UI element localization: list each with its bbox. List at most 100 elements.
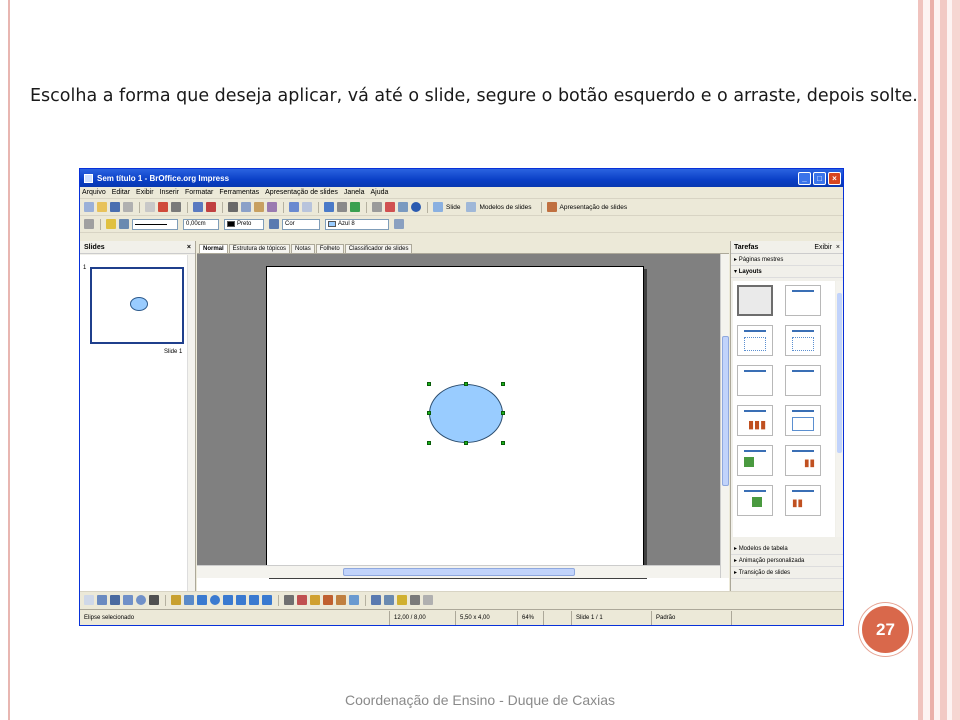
layout-title-only[interactable] <box>737 365 773 396</box>
copy-icon[interactable] <box>241 202 251 212</box>
format-paintbrush-icon[interactable] <box>267 202 277 212</box>
area-color-select[interactable]: Azul 8 <box>325 218 389 230</box>
slideshow-button[interactable]: Apresentação de slides <box>560 204 628 211</box>
ellipse-shape[interactable] <box>429 384 503 443</box>
curve-icon[interactable] <box>171 595 181 605</box>
block-arrows-icon[interactable] <box>223 595 233 605</box>
menu-ajuda[interactable]: Ajuda <box>371 189 389 196</box>
resize-handle[interactable] <box>501 411 505 415</box>
tasks-scroll-thumb[interactable] <box>837 293 842 453</box>
chart-icon[interactable] <box>324 202 334 212</box>
menu-ferramentas[interactable]: Ferramentas <box>219 189 259 196</box>
line-color-select[interactable]: Preto <box>224 218 264 230</box>
navigator-icon[interactable] <box>385 202 395 212</box>
slides-pane-scrollbar[interactable] <box>187 255 195 591</box>
autospell-icon[interactable] <box>206 202 216 212</box>
connector-icon[interactable] <box>184 595 194 605</box>
section-layouts[interactable]: ▾ Layouts <box>731 266 843 278</box>
resize-handle[interactable] <box>464 441 468 445</box>
open-icon[interactable] <box>97 202 107 212</box>
menu-formatar[interactable]: Formatar <box>185 189 213 196</box>
tab-normal[interactable]: Normal <box>199 244 228 253</box>
vertical-scroll-thumb[interactable] <box>722 336 729 486</box>
layout-text-image[interactable] <box>737 485 773 516</box>
menu-editar[interactable]: Editar <box>112 189 130 196</box>
fontwork-icon[interactable] <box>310 595 320 605</box>
layout-centered-text[interactable] <box>785 365 821 396</box>
new-slide-icon[interactable] <box>433 202 443 212</box>
interaction-icon[interactable] <box>423 595 433 605</box>
resize-handle[interactable] <box>427 441 431 445</box>
status-zoom[interactable]: 64% <box>518 610 544 625</box>
resize-handle[interactable] <box>501 382 505 386</box>
section-slide-transition[interactable]: ▸ Transição de slides <box>731 567 843 579</box>
area-style-select[interactable]: Cor <box>282 218 320 230</box>
horizontal-scroll-thumb[interactable] <box>343 568 575 576</box>
layout-title-content[interactable] <box>737 325 773 356</box>
points-icon[interactable] <box>284 595 294 605</box>
layout-title[interactable] <box>785 285 821 316</box>
tab-slide-sorter[interactable]: Classificador de slides <box>344 244 413 253</box>
presentation-icon[interactable] <box>546 202 557 212</box>
templates-icon[interactable] <box>466 202 477 212</box>
from-file-icon[interactable] <box>323 595 333 605</box>
slide-button[interactable]: Slide <box>446 204 460 211</box>
tab-notes[interactable]: Notas <box>291 244 315 253</box>
menu-apresentacao[interactable]: Apresentação de slides <box>265 189 338 196</box>
layout-text-chart[interactable]: ▮▮ <box>785 445 821 476</box>
shadow-toggle-icon[interactable] <box>410 595 420 605</box>
resize-handle[interactable] <box>501 441 505 445</box>
area-icon[interactable] <box>269 219 279 229</box>
section-table-design[interactable]: ▸ Modelos de tabela <box>731 543 843 555</box>
callouts-icon[interactable] <box>249 595 259 605</box>
redo-icon[interactable] <box>302 202 312 212</box>
rotate-icon[interactable] <box>371 595 381 605</box>
layout-chart[interactable]: ▮▮▮ <box>737 405 773 436</box>
globe-icon[interactable] <box>350 202 360 212</box>
vertical-scrollbar[interactable] <box>720 254 729 578</box>
arrange-icon[interactable] <box>397 595 407 605</box>
new-icon[interactable] <box>84 202 94 212</box>
rectangle-icon[interactable] <box>123 595 133 605</box>
horizontal-scrollbar[interactable] <box>197 565 720 578</box>
resize-handle[interactable] <box>427 382 431 386</box>
minimize-icon[interactable]: _ <box>798 171 811 185</box>
align-icon[interactable] <box>384 595 394 605</box>
glue-points-icon[interactable] <box>297 595 307 605</box>
text-icon[interactable] <box>149 595 159 605</box>
gallery-icon[interactable] <box>336 595 346 605</box>
print-icon[interactable] <box>171 202 181 212</box>
maximize-icon[interactable]: □ <box>813 171 826 185</box>
tasks-view-menu[interactable]: Exibir <box>814 244 832 251</box>
menu-arquivo[interactable]: Arquivo <box>82 189 106 196</box>
layout-chart-text[interactable]: ▮▮ <box>785 485 821 516</box>
paste-icon[interactable] <box>254 202 264 212</box>
line-style-icon[interactable] <box>84 219 94 229</box>
section-custom-animation[interactable]: ▸ Animação personalizada <box>731 555 843 567</box>
flowchart-icon[interactable] <box>236 595 246 605</box>
select-arrow-icon[interactable] <box>84 595 94 605</box>
table-icon[interactable] <box>337 202 347 212</box>
spellcheck-icon[interactable] <box>193 202 203 212</box>
tasks-scrollbar[interactable] <box>836 281 843 537</box>
edit-file-icon[interactable] <box>145 202 155 212</box>
undo-icon[interactable] <box>289 202 299 212</box>
pdf-icon[interactable] <box>158 202 168 212</box>
slide-page[interactable] <box>266 266 644 576</box>
ellipse-icon[interactable] <box>136 595 146 605</box>
shadow-icon[interactable] <box>394 219 404 229</box>
resize-handle[interactable] <box>464 382 468 386</box>
close-icon[interactable]: × <box>187 244 191 251</box>
stars-icon[interactable] <box>262 595 272 605</box>
menu-inserir[interactable]: Inserir <box>160 189 179 196</box>
help-icon[interactable] <box>411 202 421 212</box>
section-master-pages[interactable]: ▸ Páginas mestres <box>731 254 843 266</box>
email-icon[interactable] <box>123 202 133 212</box>
symbol-shapes-icon[interactable] <box>210 595 220 605</box>
slide-templates-button[interactable]: Modelos de slides <box>479 204 531 211</box>
tab-outline[interactable]: Estrutura de tópicos <box>228 244 291 253</box>
save-icon[interactable] <box>110 202 120 212</box>
layout-image-text[interactable] <box>737 445 773 476</box>
basic-shapes-icon[interactable] <box>197 595 207 605</box>
line-icon[interactable] <box>97 595 107 605</box>
